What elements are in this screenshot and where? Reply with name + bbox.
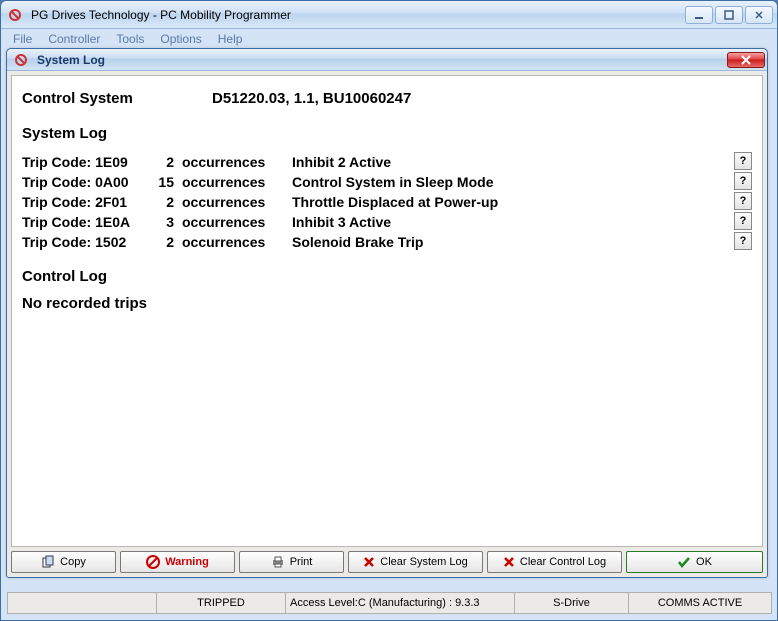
trip-occurrences: occurrences bbox=[182, 174, 292, 190]
status-cell-drive: S-Drive bbox=[514, 592, 629, 614]
trip-code: Trip Code: 1502 bbox=[22, 234, 152, 250]
trip-code: Trip Code: 1E0A bbox=[22, 214, 152, 230]
trip-count: 2 bbox=[152, 234, 182, 250]
no-recorded-trips: No recorded trips bbox=[22, 295, 752, 312]
control-system-value: D51220.03, 1.1, BU10060247 bbox=[212, 90, 411, 107]
log-content-area: Control System D51220.03, 1.1, BU1006024… bbox=[11, 75, 763, 547]
trip-desc: Control System in Sleep Mode bbox=[292, 174, 752, 190]
main-titlebar: PG Drives Technology - PC Mobility Progr… bbox=[1, 1, 777, 29]
system-log-title: System Log bbox=[33, 53, 727, 67]
trip-desc: Inhibit 2 Active bbox=[292, 154, 752, 170]
warning-button[interactable]: Warning bbox=[120, 551, 235, 573]
trip-occurrences: occurrences bbox=[182, 214, 292, 230]
ok-button[interactable]: OK bbox=[626, 551, 763, 573]
trip-occurrences: occurrences bbox=[182, 194, 292, 210]
copy-button[interactable]: Copy bbox=[11, 551, 116, 573]
trip-row: Trip Code: 0A00 15 occurrences Control S… bbox=[22, 172, 752, 192]
minimize-button[interactable] bbox=[685, 6, 713, 24]
control-log-heading: Control Log bbox=[22, 268, 752, 285]
trip-help-button[interactable]: ? bbox=[734, 232, 752, 250]
printer-icon bbox=[271, 555, 285, 569]
menu-options[interactable]: Options bbox=[154, 30, 207, 48]
menu-file[interactable]: File bbox=[7, 30, 38, 48]
trip-code: Trip Code: 2F01 bbox=[22, 194, 152, 210]
trip-count: 15 bbox=[152, 174, 182, 190]
trip-code: Trip Code: 1E09 bbox=[22, 154, 152, 170]
system-log-close-button[interactable] bbox=[727, 52, 765, 68]
status-cell-access: Access Level:C (Manufacturing) : 9.3.3 bbox=[285, 592, 515, 614]
trip-help-button[interactable]: ? bbox=[734, 172, 752, 190]
trip-help-button[interactable]: ? bbox=[734, 192, 752, 210]
system-log-titlebar: System Log bbox=[7, 49, 767, 71]
clear-system-log-button[interactable]: Clear System Log bbox=[348, 551, 483, 573]
x-icon bbox=[503, 556, 515, 568]
system-log-icon bbox=[13, 52, 29, 68]
main-window-controls bbox=[685, 6, 773, 24]
system-log-heading: System Log bbox=[22, 125, 752, 142]
control-system-label: Control System bbox=[22, 90, 212, 107]
trip-row: Trip Code: 1502 2 occurrences Solenoid B… bbox=[22, 232, 752, 252]
status-bar: TRIPPED Access Level:C (Manufacturing) :… bbox=[7, 592, 771, 616]
clear-control-log-button[interactable]: Clear Control Log bbox=[487, 551, 622, 573]
menu-tools[interactable]: Tools bbox=[110, 30, 150, 48]
trip-occurrences: occurrences bbox=[182, 154, 292, 170]
no-entry-icon bbox=[146, 555, 160, 569]
trip-row: Trip Code: 2F01 2 occurrences Throttle D… bbox=[22, 192, 752, 212]
system-log-client: Control System D51220.03, 1.1, BU1006024… bbox=[7, 71, 767, 577]
trip-help-button[interactable]: ? bbox=[734, 152, 752, 170]
trip-rows: Trip Code: 1E09 2 occurrences Inhibit 2 … bbox=[22, 152, 752, 252]
menu-controller[interactable]: Controller bbox=[42, 30, 106, 48]
button-bar: Copy Warning Print Clear System Log Clea… bbox=[11, 547, 763, 573]
maximize-button[interactable] bbox=[715, 6, 743, 24]
trip-row: Trip Code: 1E09 2 occurrences Inhibit 2 … bbox=[22, 152, 752, 172]
x-icon bbox=[363, 556, 375, 568]
main-menubar: File Controller Tools Options Help bbox=[1, 29, 777, 49]
trip-occurrences: occurrences bbox=[182, 234, 292, 250]
trip-count: 2 bbox=[152, 154, 182, 170]
status-cell-1 bbox=[7, 592, 157, 614]
trip-desc: Solenoid Brake Trip bbox=[292, 234, 752, 250]
menu-help[interactable]: Help bbox=[212, 30, 249, 48]
app-icon bbox=[7, 7, 23, 23]
print-button[interactable]: Print bbox=[239, 551, 344, 573]
copy-icon bbox=[41, 555, 55, 569]
check-icon bbox=[677, 556, 691, 568]
status-cell-tripped: TRIPPED bbox=[156, 592, 286, 614]
close-button[interactable] bbox=[745, 6, 773, 24]
status-cell-comms: COMMS ACTIVE bbox=[628, 592, 772, 614]
system-log-window: System Log Control System D51220.03, 1.1… bbox=[6, 48, 768, 578]
trip-count: 2 bbox=[152, 194, 182, 210]
trip-row: Trip Code: 1E0A 3 occurrences Inhibit 3 … bbox=[22, 212, 752, 232]
trip-desc: Inhibit 3 Active bbox=[292, 214, 752, 230]
trip-desc: Throttle Displaced at Power-up bbox=[292, 194, 752, 210]
trip-help-button[interactable]: ? bbox=[734, 212, 752, 230]
trip-count: 3 bbox=[152, 214, 182, 230]
main-window-title: PG Drives Technology - PC Mobility Progr… bbox=[27, 8, 685, 22]
trip-code: Trip Code: 0A00 bbox=[22, 174, 152, 190]
